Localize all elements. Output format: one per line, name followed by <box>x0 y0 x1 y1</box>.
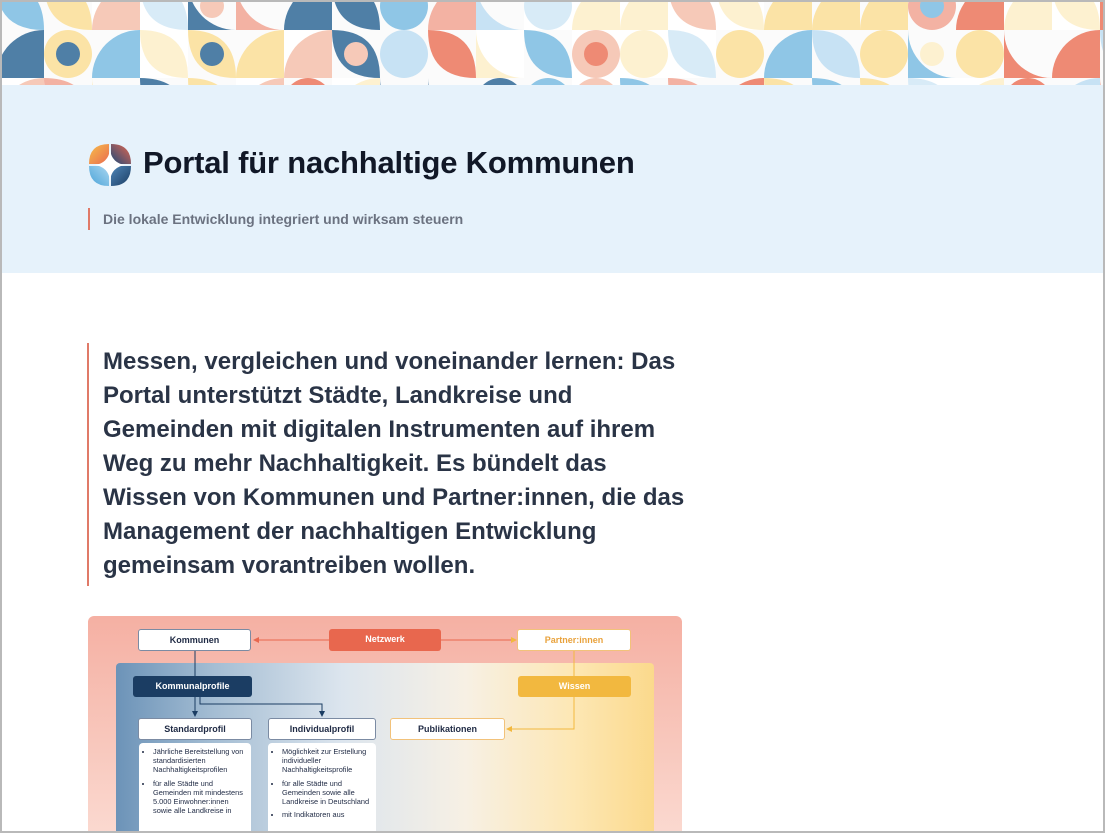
portal-overview-diagram: Kommunen Netzwerk Partner:innen Kommunal… <box>88 616 682 833</box>
standardprofil-details: Jährliche Bereitstellung von standardisi… <box>139 743 251 833</box>
diagram-node-kommunalprofile: Kommunalprofile <box>133 676 252 697</box>
intro-text: Messen, vergleichen und voneinander lern… <box>103 348 685 579</box>
list-item: Möglichkeit zur Erstellung individueller… <box>282 747 372 775</box>
diagram-node-kommunen: Kommunen <box>138 629 251 651</box>
tagline-accent-bar <box>88 208 90 230</box>
diagram-node-partner: Partner:innen <box>517 629 631 651</box>
diagram-node-standardprofil: Standardprofil <box>138 718 252 740</box>
diagram-node-netzwerk: Netzwerk <box>329 629 441 651</box>
site-tagline: Die lokale Entwicklung integriert und wi… <box>103 211 464 227</box>
diagram-node-individualprofil: Individualprofil <box>268 718 376 740</box>
decorative-pattern-banner <box>2 2 1103 85</box>
portal-logo-icon[interactable] <box>89 144 131 186</box>
diagram-node-publikationen: Publikationen <box>390 718 505 740</box>
list-item: mit Indikatoren aus <box>282 810 372 819</box>
list-item: Jährliche Bereitstellung von standardisi… <box>153 747 247 775</box>
site-title[interactable]: Portal für nachhaltige Kommunen <box>143 145 635 181</box>
site-header: Portal für nachhaltige Kommunen Die loka… <box>2 85 1103 273</box>
individualprofil-details: Möglichkeit zur Erstellung individueller… <box>268 743 376 833</box>
intro-accent-bar <box>87 343 89 586</box>
list-item: für alle Städte und Gemeinden sowie alle… <box>282 779 372 807</box>
list-item: für alle Städte und Gemeinden mit mindes… <box>153 779 247 816</box>
diagram-node-wissen: Wissen <box>518 676 631 697</box>
